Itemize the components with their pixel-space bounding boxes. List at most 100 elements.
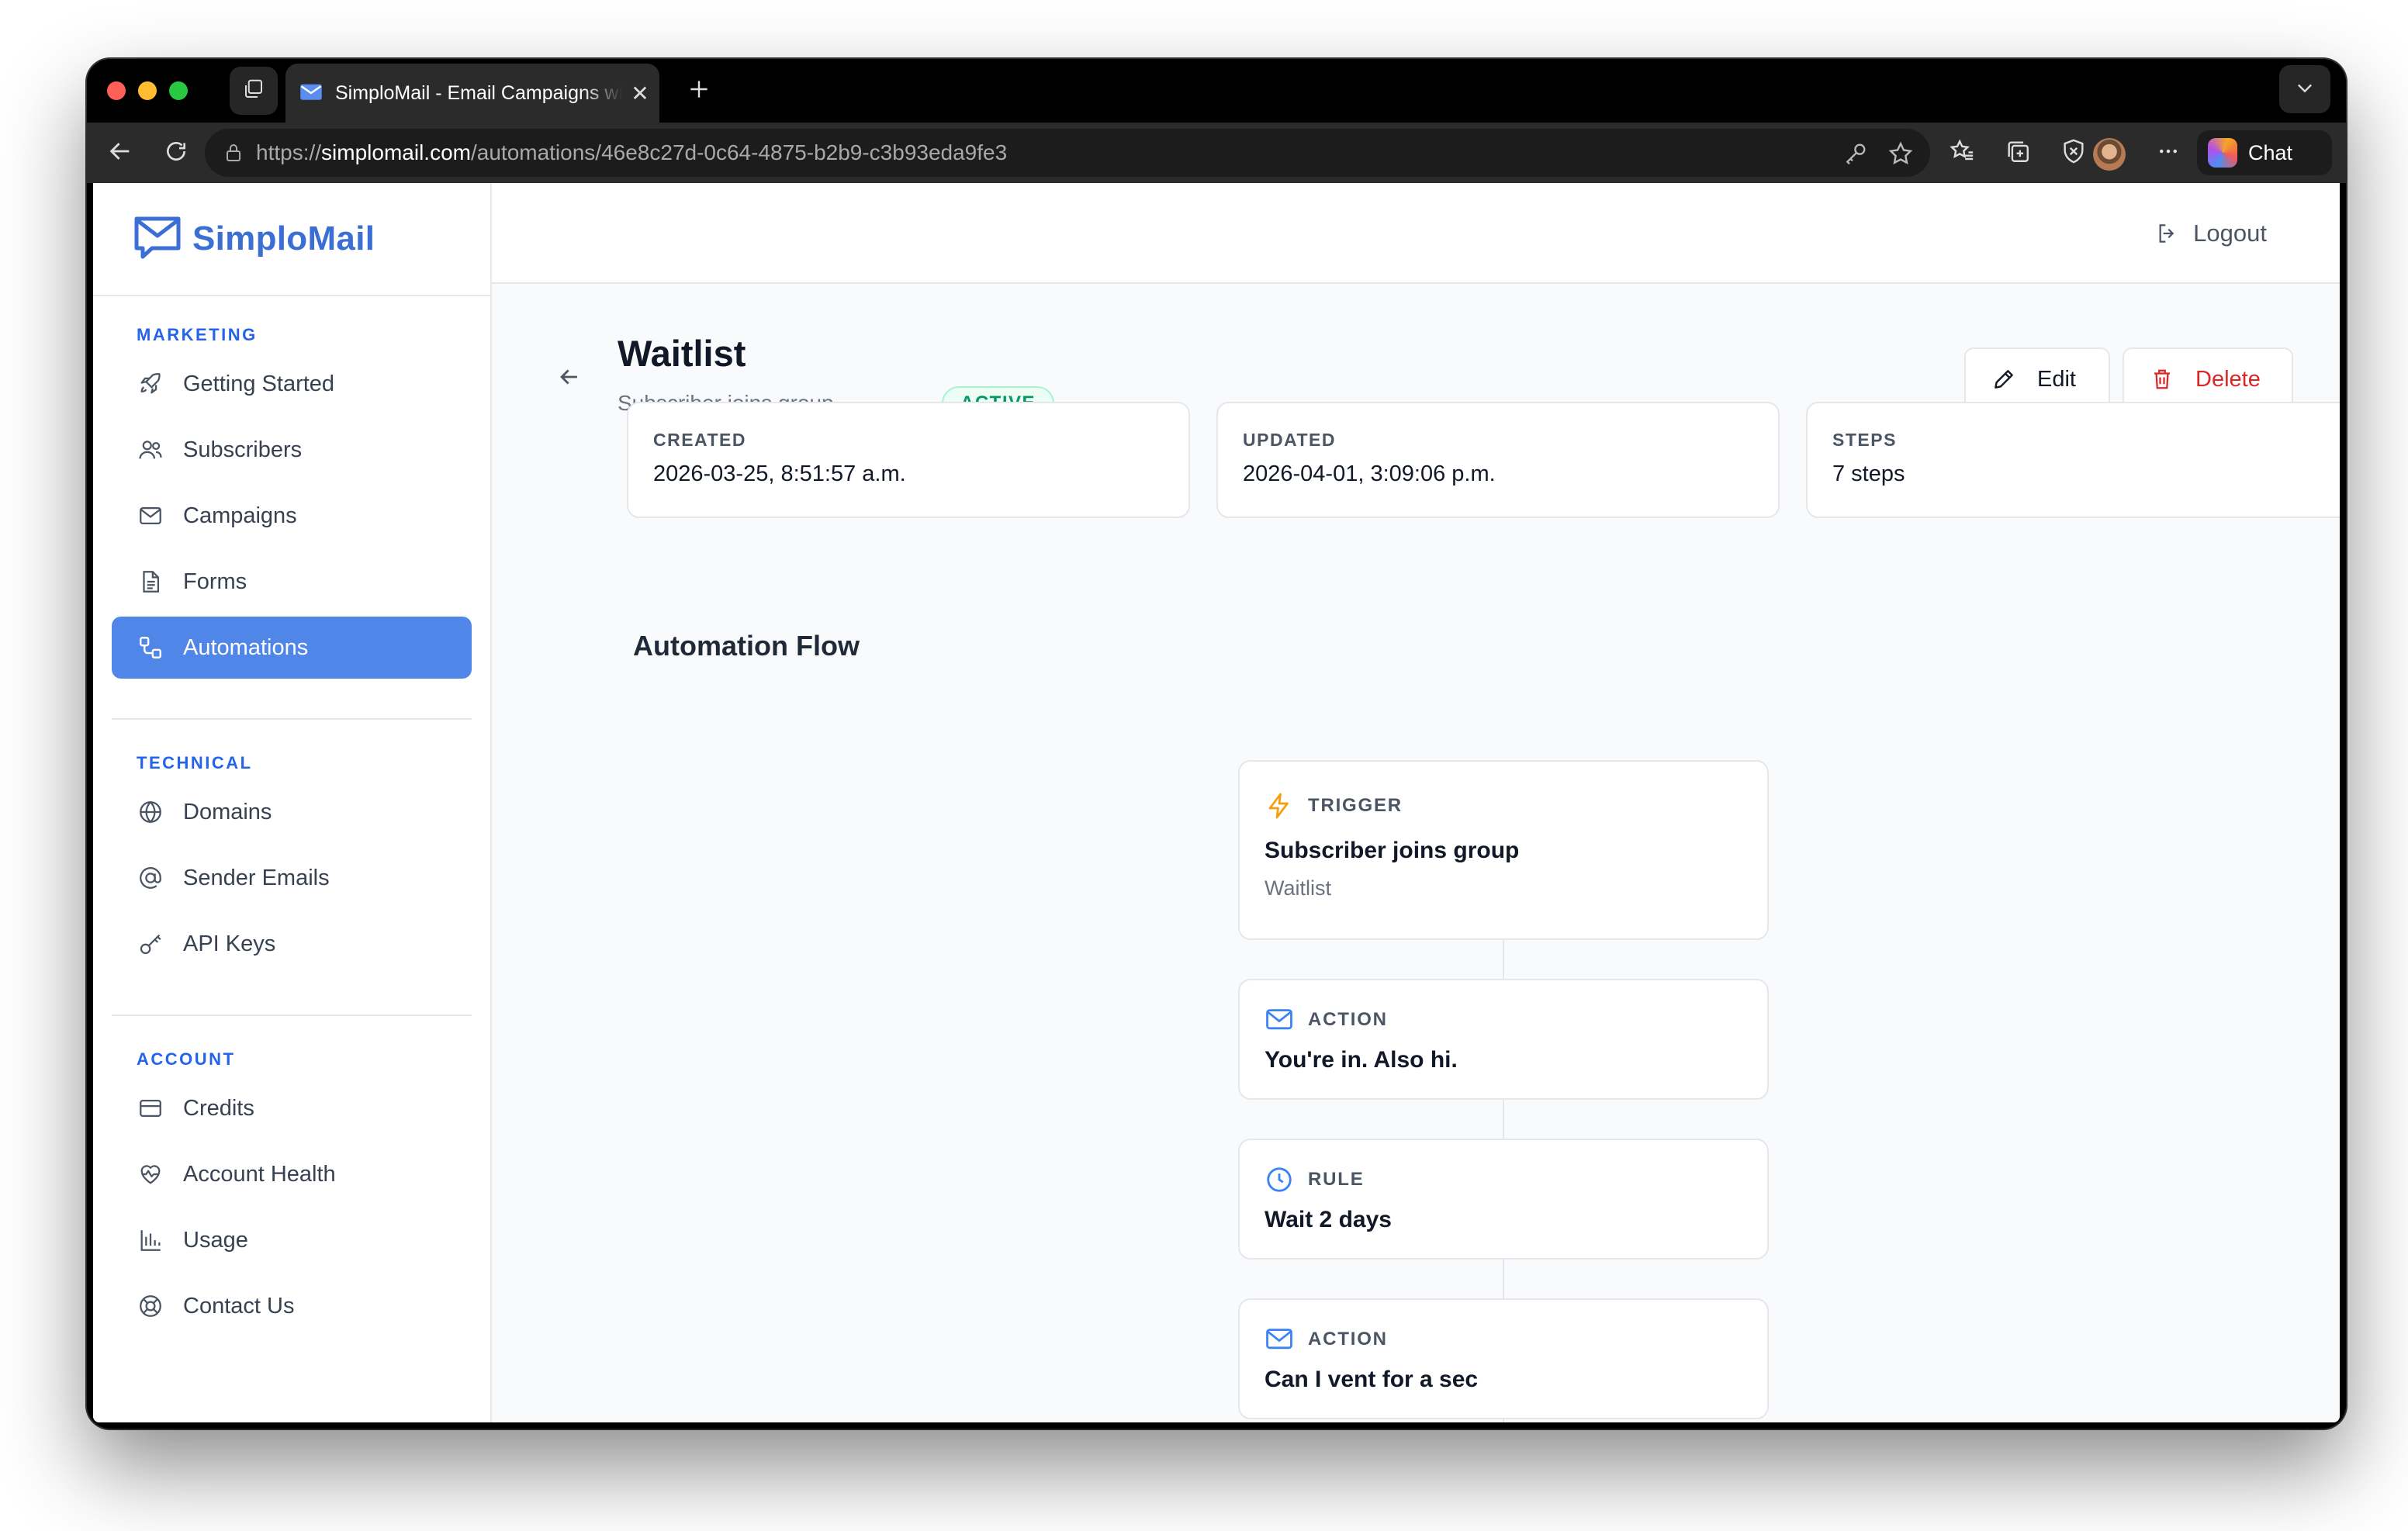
stat-card-created: CREATED 2026-03-25, 8:51:57 a.m. xyxy=(627,402,1190,518)
shield-icon xyxy=(2060,138,2087,168)
stat-value: 2026-03-25, 8:51:57 a.m. xyxy=(653,461,906,486)
profile-avatar[interactable] xyxy=(2093,138,2126,171)
reload-button[interactable] xyxy=(158,135,194,171)
section-label-technical: TECHNICAL xyxy=(137,753,253,772)
sidebar-item-account-health[interactable]: Account Health xyxy=(112,1143,472,1205)
collections-button[interactable] xyxy=(2000,135,2036,171)
sidebar-item-label: Automations xyxy=(183,634,309,660)
arrow-left-icon xyxy=(556,364,583,394)
copilot-chat-button[interactable]: Chat xyxy=(2197,130,2332,175)
rocket-icon xyxy=(137,370,164,398)
copilot-icon xyxy=(2208,138,2237,168)
sidebar-item-api-keys[interactable]: API Keys xyxy=(112,913,472,975)
sidebar-item-credits[interactable]: Credits xyxy=(112,1077,472,1139)
stat-card-steps: STEPS 7 steps xyxy=(1806,402,2340,518)
sidebar-item-domains[interactable]: Domains xyxy=(112,781,472,843)
sidebar-item-label: Usage xyxy=(183,1227,248,1253)
sidebar-item-label: Subscribers xyxy=(183,437,303,462)
reload-icon xyxy=(164,139,189,168)
tab-active[interactable]: SimploMail - Email Campaigns with Automa… xyxy=(285,64,659,123)
flow-step-action[interactable]: ACTION Can I vent for a sec xyxy=(1238,1298,1769,1419)
sidebar-item-label: Credits xyxy=(183,1095,254,1121)
sidebar-item-label: Campaigns xyxy=(183,503,297,528)
sidebar-item-label: Contact Us xyxy=(183,1293,295,1318)
heart-pulse-icon xyxy=(137,1160,164,1188)
tab-list-button[interactable] xyxy=(2279,65,2330,113)
sidebar-item-automations[interactable]: Automations xyxy=(112,617,472,679)
sidebar: SimploMail MARKETING Getting Started Sub… xyxy=(93,183,492,1422)
credit-card-icon xyxy=(137,1094,164,1122)
step-subtitle: Waitlist xyxy=(1265,876,1331,900)
tab-close-icon[interactable]: ✕ xyxy=(628,81,652,106)
more-menu-button[interactable] xyxy=(2150,135,2186,171)
sidebar-item-label: Getting Started xyxy=(183,371,335,396)
page-viewport: SimploMail MARKETING Getting Started Sub… xyxy=(93,183,2340,1422)
page-title: Waitlist xyxy=(618,333,746,374)
favorites-button[interactable] xyxy=(1944,135,1980,171)
sidebar-item-campaigns[interactable]: Campaigns xyxy=(112,485,472,547)
url-text: https://simplomail.com/automations/46e8c… xyxy=(256,140,1008,164)
sidebar-item-label: Forms xyxy=(183,569,247,594)
flow-step-rule[interactable]: RULE Wait 2 days xyxy=(1238,1139,1769,1260)
stat-label: CREATED xyxy=(653,430,746,450)
lifebuoy-icon xyxy=(137,1292,164,1320)
pencil-icon xyxy=(1991,366,2017,392)
top-bar: Logout xyxy=(492,183,2340,284)
key-icon xyxy=(137,930,164,958)
sidebar-divider xyxy=(112,1014,472,1016)
trash-icon xyxy=(2149,366,2175,392)
tab-title: SimploMail - Email Campaigns with Automa… xyxy=(335,81,622,104)
chat-label: Chat xyxy=(2248,140,2293,164)
document-icon xyxy=(137,568,164,596)
nav-section-marketing: MARKETING Getting Started Subscribers Ca… xyxy=(112,321,472,679)
favorites-list-icon xyxy=(1949,138,1975,168)
step-kind: ACTION xyxy=(1265,1005,1742,1035)
browser-toolbar: https://simplomail.com/automations/46e8c… xyxy=(87,123,2346,183)
passwords-key-icon[interactable] xyxy=(1840,138,1871,169)
sidebar-item-forms[interactable]: Forms xyxy=(112,551,472,613)
sidebar-item-getting-started[interactable]: Getting Started xyxy=(112,353,472,415)
brand-logo[interactable]: SimploMail xyxy=(93,183,490,296)
logout-label: Logout xyxy=(2193,219,2267,247)
sidebar-item-usage[interactable]: Usage xyxy=(112,1209,472,1271)
bar-chart-icon xyxy=(137,1226,164,1254)
at-icon xyxy=(137,864,164,892)
flow-step-trigger[interactable]: TRIGGER Subscriber joins group Waitlist xyxy=(1238,760,1769,940)
globe-icon xyxy=(137,798,164,826)
lock-icon xyxy=(222,141,245,164)
back-nav-button[interactable] xyxy=(102,135,138,171)
collections-icon xyxy=(2005,138,2031,168)
section-label-account: ACCOUNT xyxy=(137,1049,236,1069)
address-bar[interactable]: https://simplomail.com/automations/46e8c… xyxy=(205,129,1930,177)
chevron-down-icon xyxy=(2294,77,2316,102)
step-title: Subscriber joins group xyxy=(1265,838,1520,863)
back-button[interactable] xyxy=(551,360,588,397)
tab-strip: SimploMail - Email Campaigns with Automa… xyxy=(87,59,2346,123)
logout-button[interactable]: Logout xyxy=(2154,216,2267,251)
nav-section-account: ACCOUNT Credits Account Health Usage Con… xyxy=(112,1045,472,1337)
mail-icon xyxy=(1265,1005,1294,1035)
sidebar-divider xyxy=(112,718,472,720)
close-window-button[interactable] xyxy=(107,81,126,100)
mail-icon xyxy=(1265,1325,1294,1354)
nav-section-technical: TECHNICAL Domains Sender Emails API Keys xyxy=(112,749,472,975)
sidebar-item-contact-us[interactable]: Contact Us xyxy=(112,1275,472,1337)
new-tab-button[interactable] xyxy=(680,71,718,110)
plus-icon xyxy=(687,77,711,105)
flow-heading: Automation Flow xyxy=(633,630,860,662)
sidebar-item-label: Domains xyxy=(183,799,272,824)
tab-groups-button[interactable] xyxy=(230,67,278,115)
sidebar-item-label: Sender Emails xyxy=(183,865,330,890)
sidebar-item-subscribers[interactable]: Subscribers xyxy=(112,419,472,481)
minimize-window-button[interactable] xyxy=(138,81,157,100)
browser-essentials-button[interactable] xyxy=(2056,135,2091,171)
step-title: You're in. Also hi. xyxy=(1265,1047,1458,1073)
mail-icon xyxy=(137,502,164,530)
stat-value: 2026-04-01, 3:09:06 p.m. xyxy=(1243,461,1496,486)
favorite-star-icon[interactable] xyxy=(1885,138,1916,169)
sidebar-item-label: Account Health xyxy=(183,1161,336,1187)
sidebar-item-sender-emails[interactable]: Sender Emails xyxy=(112,847,472,909)
flow-step-action[interactable]: ACTION You're in. Also hi. xyxy=(1238,979,1769,1100)
maximize-window-button[interactable] xyxy=(169,81,188,100)
stat-label: STEPS xyxy=(1832,430,1897,450)
